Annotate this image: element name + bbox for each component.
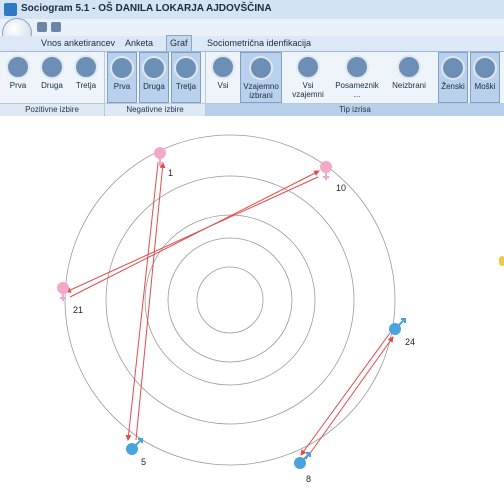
node-21[interactable]: [57, 282, 69, 301]
tab-anketa[interactable]: Anketa: [122, 36, 156, 51]
ribbon-panel: Prva Druga Tretja Pozitivne izbire Prva …: [0, 52, 504, 116]
tip-all-mutual-button[interactable]: Vsi vzajemni: [286, 52, 330, 103]
negative-first-label: Prva: [113, 82, 131, 91]
three-persons-circle-icon: [74, 55, 98, 79]
female-filter-label: Ženski: [441, 82, 465, 91]
edge-5-to-1: [135, 162, 166, 441]
edge-24-to-8: [300, 332, 391, 456]
sociogram-canvas[interactable]: 1 10 21 24 5 8: [0, 116, 504, 486]
female-filter-button[interactable]: Ženski: [438, 52, 468, 103]
positive-third-button[interactable]: Tretja: [71, 52, 101, 103]
node-label-5: 5: [141, 457, 147, 467]
female-person-icon: [441, 56, 465, 80]
node-1[interactable]: [154, 147, 166, 166]
tip-all-label: Vsi: [217, 81, 229, 90]
male-icon: [398, 318, 406, 326]
tip-all-mutual-label: Vsi vzajemni: [292, 81, 324, 99]
male-person-icon: [473, 56, 497, 80]
app-icon: [4, 3, 17, 16]
male-icon: [135, 438, 143, 446]
two-persons-icon: [249, 56, 273, 80]
edge-8-to-24: [305, 336, 394, 460]
scroll-handle[interactable]: [499, 256, 504, 266]
negative-third-label: Tretja: [175, 82, 197, 91]
tip-not-chosen-button[interactable]: Neizbrani: [384, 52, 434, 103]
node-label-10: 10: [336, 183, 347, 193]
tip-not-chosen-label: Neizbrani: [392, 81, 426, 90]
tab-graf[interactable]: Graf: [166, 35, 192, 51]
male-filter-label: Moški: [474, 82, 496, 91]
save-icon[interactable]: [37, 22, 47, 32]
group-label-positive: Pozitivne izbire: [0, 103, 104, 116]
positive-first-label: Prva: [9, 81, 27, 90]
positive-first-button[interactable]: Prva: [3, 52, 33, 103]
negative-second-label: Druga: [143, 82, 165, 91]
negative-first-button[interactable]: Prva: [107, 52, 137, 103]
ring-1: [167, 237, 293, 363]
sociogram-svg: [57, 134, 406, 469]
node-label-8: 8: [306, 474, 312, 484]
person-circle-icon: [110, 56, 134, 80]
positive-second-label: Druga: [41, 81, 63, 90]
female-icon: [57, 282, 69, 294]
two-persons-circle-icon: [142, 56, 166, 80]
group-label-tip: Tip izrisa: [206, 103, 504, 116]
node-24[interactable]: [389, 318, 406, 335]
node-label-24: 24: [405, 337, 416, 347]
ring-inner: [196, 266, 264, 334]
node-10[interactable]: [320, 161, 332, 180]
node-5[interactable]: [126, 438, 143, 455]
node-label-1: 1: [168, 168, 174, 178]
person-circle-icon: [6, 55, 30, 79]
male-filter-button[interactable]: Moški: [470, 52, 500, 103]
positive-second-button[interactable]: Druga: [37, 52, 67, 103]
tip-mutual-chosen-label: Vzajemno izbrani: [243, 82, 279, 100]
female-icon: [154, 147, 166, 159]
undo-icon[interactable]: [51, 22, 61, 32]
single-person-icon: [345, 55, 369, 79]
three-persons-circle-icon: [174, 56, 198, 80]
two-persons-circle-icon: [40, 55, 64, 79]
female-icon: [320, 161, 332, 173]
quick-access-bar: [0, 19, 504, 36]
title-bar: Sociogram 5.1 - OŠ DANILA LOKARJA AJDOVŠ…: [0, 0, 504, 20]
negative-second-button[interactable]: Druga: [139, 52, 169, 103]
ribbon-tabs: Vnos anketirancev Anketa Graf Sociometri…: [0, 35, 504, 52]
node-label-21: 21: [73, 305, 84, 315]
ring-2: [144, 214, 316, 386]
group-label-negative: Negativne izbire: [105, 103, 205, 116]
two-persons-icon: [296, 55, 320, 79]
tab-vnos-anketirancev[interactable]: Vnos anketirancev: [38, 36, 118, 51]
edge-1-to-5: [125, 162, 159, 441]
tip-individual-button[interactable]: Posameznik ...: [332, 52, 382, 103]
single-person-icon: [397, 55, 421, 79]
window-title: Sociogram 5.1 - OŠ DANILA LOKARJA AJDOVŠ…: [21, 3, 272, 14]
tip-mutual-chosen-button[interactable]: Vzajemno izbrani: [240, 52, 282, 103]
person-circle-icon: [211, 55, 235, 79]
tip-all-button[interactable]: Vsi: [209, 52, 237, 103]
female-icon: [323, 173, 329, 180]
positive-third-label: Tretja: [75, 81, 97, 90]
negative-third-button[interactable]: Tretja: [171, 52, 201, 103]
tab-sociometricna-idenfikacija[interactable]: Sociometrična idenfikacija: [204, 36, 314, 51]
node-8[interactable]: [294, 452, 311, 469]
tip-individual-label: Posameznik ...: [335, 81, 379, 99]
